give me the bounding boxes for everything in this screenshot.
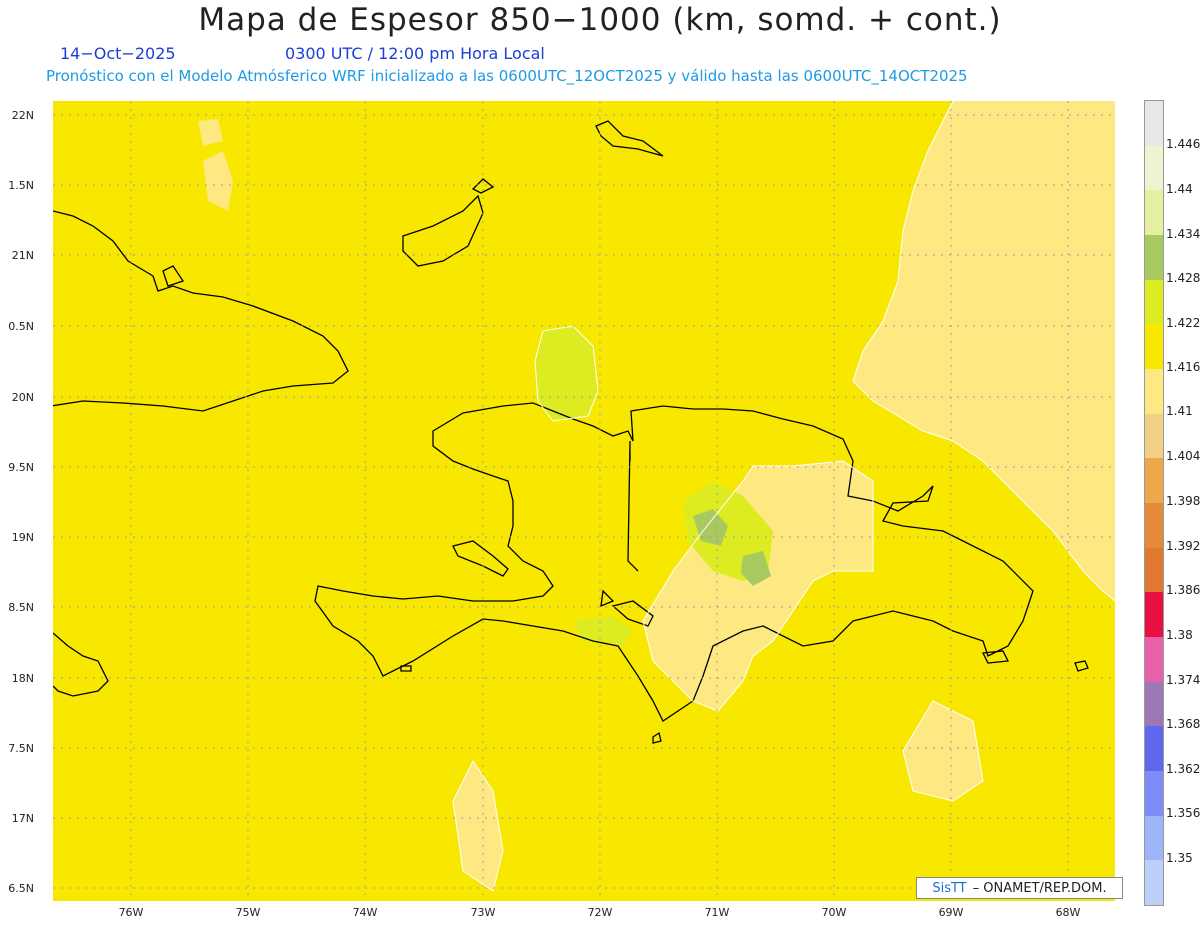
colorbar-segment xyxy=(1145,637,1163,683)
colorbar-segment xyxy=(1145,145,1163,191)
colorbar-label: 1.392 xyxy=(1166,539,1200,553)
colorbar-label: 1.41 xyxy=(1166,404,1193,418)
colorbar-label: 1.362 xyxy=(1166,762,1200,776)
lat-label: 17N xyxy=(11,812,34,825)
colorbar-label: 1.35 xyxy=(1166,851,1193,865)
colorbar-segment xyxy=(1145,324,1163,370)
colorbar-segment xyxy=(1145,190,1163,236)
colorbar-label: 1.446 xyxy=(1166,137,1200,151)
lat-label: 6.5N xyxy=(8,882,34,895)
lat-label: 22N xyxy=(11,109,34,122)
lat-label: 20N xyxy=(11,391,34,404)
colorbar-segment xyxy=(1145,547,1163,593)
credit-box: SisTT – ONAMET/REP.DOM. xyxy=(916,877,1123,899)
lon-label: 74W xyxy=(352,906,378,919)
thickness-map xyxy=(53,101,1115,901)
light-field-se xyxy=(903,701,983,801)
credit-text: – ONAMET/REP.DOM. xyxy=(972,880,1107,896)
colorbar-label: 1.374 xyxy=(1166,673,1200,687)
forecast-time: 0300 UTC / 12:00 pm Hora Local xyxy=(285,44,545,63)
forecast-info: Pronóstico con el Modelo Atmósferico WRF… xyxy=(46,67,968,85)
colorbar-segment xyxy=(1145,458,1163,504)
colorbar-segment xyxy=(1145,592,1163,638)
colorbar-label: 1.428 xyxy=(1166,271,1200,285)
colorbar-segment xyxy=(1145,681,1163,727)
colorbar-segment xyxy=(1145,860,1163,906)
light-field-n2 xyxy=(198,119,223,146)
colorbar xyxy=(1144,100,1164,906)
colorbar-segment xyxy=(1145,279,1163,325)
lon-label: 69W xyxy=(938,906,964,919)
lat-label: 9.5N xyxy=(8,461,34,474)
colorbar-label: 1.368 xyxy=(1166,717,1200,731)
green-field-north xyxy=(535,326,598,421)
lon-label: 76W xyxy=(118,906,144,919)
lat-label: 8.5N xyxy=(8,601,34,614)
colorbar-label: 1.44 xyxy=(1166,182,1193,196)
lon-label: 75W xyxy=(235,906,261,919)
lat-label: 0.5N xyxy=(8,320,34,333)
colorbar-segment xyxy=(1145,413,1163,459)
colorbar-label: 1.422 xyxy=(1166,316,1200,330)
colorbar-label: 1.398 xyxy=(1166,494,1200,508)
lat-label: 1.5N xyxy=(8,179,34,192)
colorbar-segment xyxy=(1145,101,1163,147)
light-field-east xyxy=(853,101,1115,601)
lat-label: 19N xyxy=(11,531,34,544)
colorbar-label: 1.356 xyxy=(1166,806,1200,820)
colorbar-label: 1.416 xyxy=(1166,360,1200,374)
light-field-n1 xyxy=(203,151,233,211)
lon-label: 73W xyxy=(470,906,496,919)
lon-label: 71W xyxy=(704,906,730,919)
lon-label: 72W xyxy=(587,906,613,919)
colorbar-segment xyxy=(1145,369,1163,415)
lat-label: 7.5N xyxy=(8,742,34,755)
lat-label: 21N xyxy=(11,249,34,262)
colorbar-segment xyxy=(1145,771,1163,817)
colorbar-label: 1.38 xyxy=(1166,628,1193,642)
map-title: Mapa de Espesor 850−1000 (km, somd. + co… xyxy=(198,2,1002,38)
light-field-south xyxy=(453,761,503,891)
colorbar-segment xyxy=(1145,503,1163,549)
colorbar-label: 1.404 xyxy=(1166,449,1200,463)
lon-label: 70W xyxy=(821,906,847,919)
colorbar-label: 1.386 xyxy=(1166,583,1200,597)
forecast-date: 14−Oct−2025 xyxy=(60,44,176,63)
sistt-logo: SisTT xyxy=(932,880,967,896)
lon-label: 68W xyxy=(1055,906,1081,919)
colorbar-segment xyxy=(1145,815,1163,861)
lat-label: 18N xyxy=(11,672,34,685)
colorbar-segment xyxy=(1145,726,1163,772)
green-field-south xyxy=(573,616,633,646)
light-field-dr xyxy=(643,461,873,711)
colorbar-segment xyxy=(1145,235,1163,281)
colorbar-label: 1.434 xyxy=(1166,227,1200,241)
